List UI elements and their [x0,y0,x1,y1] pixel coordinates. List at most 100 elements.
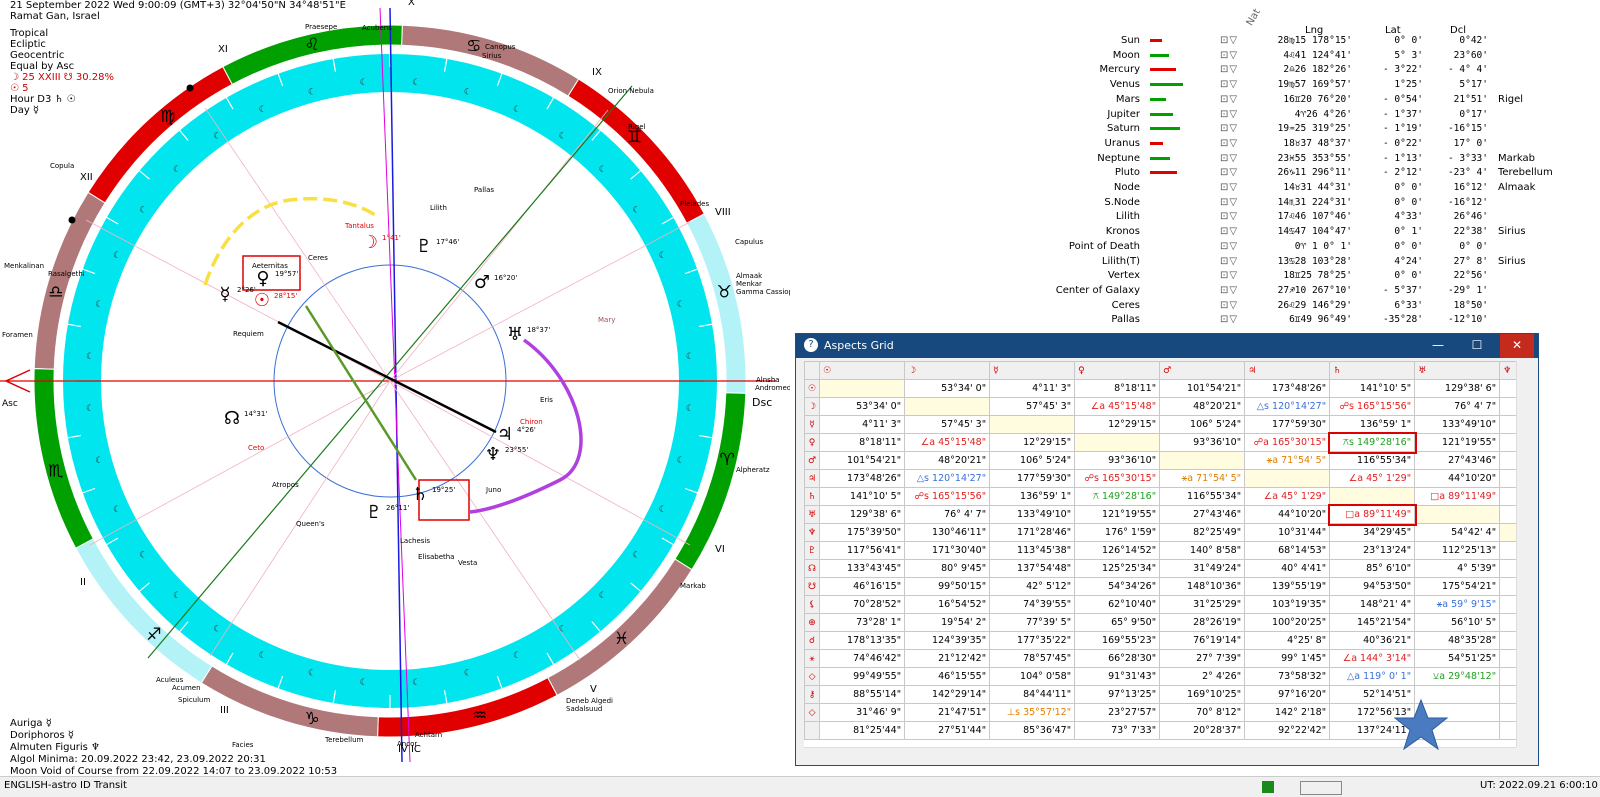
aspect-cell[interactable]: 176° 1'59" [1074,523,1161,542]
aspect-cell[interactable]: ⚻ 149°28'16" [1074,487,1161,506]
aspect-cell[interactable]: 99° 1'45" [1244,649,1331,668]
aspect-cell[interactable]: 48°35'28" [1414,631,1501,650]
aspect-cell[interactable]: 152°34' [1499,703,1516,722]
aspect-cell[interactable]: 82°25'49" [1159,523,1246,542]
aspect-cell[interactable]: 80° 9'45" [904,559,991,578]
aspect-cell[interactable]: 133°49'10" [1414,415,1501,434]
aspect-cell[interactable]: ⚹a 71°54' 5" [1159,469,1246,488]
aspect-cell[interactable]: 109°33'2 [1499,649,1516,668]
aspect-cell[interactable]: 101°54'21" [1159,379,1246,398]
aspect-cell[interactable]: 177°35'22" [989,631,1076,650]
aspect-cell[interactable]: 148°21' 4" [1329,595,1416,614]
maximize-button[interactable]: ☐ [1460,334,1494,358]
aspect-cell[interactable]: 171°28'46" [989,523,1076,542]
aspect-cell[interactable]: 23°27'57" [1074,703,1161,722]
aspect-cell[interactable]: 85°36'47" [989,721,1076,740]
aspect-cell[interactable]: 91°31'43" [1074,667,1161,686]
aspect-cell[interactable]: 110°52' [1499,613,1516,632]
aspect-cell[interactable]: 129°38' 6" [1414,379,1501,398]
column-header[interactable]: ♀ [1074,361,1161,380]
aspect-cell[interactable]: 82°25'4 [1499,451,1516,470]
aspect-cell[interactable]: 54°34'26" [1074,577,1161,596]
aspect-cell[interactable]: ∠a 45°15'48" [904,433,991,452]
row-header[interactable]: ☉ [804,379,821,398]
aspect-cell[interactable]: 4° 5'39" [1414,559,1501,578]
aspect-cell[interactable]: □a 89°11'49" [1414,487,1501,506]
aspect-cell[interactable]: 42° 5'12" [989,577,1076,596]
aspect-cell[interactable]: 10°31'44" [1244,523,1331,542]
aspect-cell[interactable]: ∠a 45° 1'29" [1244,487,1331,506]
aspect-cell[interactable] [989,415,1076,434]
aspects-grid-window[interactable]: ? Aspects Grid — ☐ ✕ ☉ ☽ ☿ ♀ ♂ ♃ ♄ ♅ ♆ ☉ 53°34' 0"… [795,333,1539,766]
aspect-cell[interactable]: 73° 7'33" [1074,721,1161,740]
aspect-cell[interactable]: 99°50'15" [904,577,991,596]
aspect-cell[interactable]: 175°39'5 [1499,379,1516,398]
aspect-cell[interactable]: 173°48'26" [1244,379,1331,398]
row-header[interactable]: ♃ [804,469,821,488]
aspect-cell[interactable]: 142° 2'18" [1244,703,1331,722]
aspect-cell[interactable]: 2° 4'26" [1159,667,1246,686]
aspect-cell[interactable]: 116°55'34" [1159,487,1246,506]
aspect-cell[interactable]: 130°46'1 [1499,397,1516,416]
aspect-cell[interactable]: 68°14'53" [1244,541,1331,560]
aspect-cell[interactable]: 27° 7'39" [1159,649,1246,668]
aspect-cell[interactable]: ∠a 45°15'48" [1074,397,1161,416]
aspect-cell[interactable]: 40° 4'41" [1244,559,1331,578]
aspect-cell[interactable]: 169°10'25" [1159,685,1246,704]
close-button[interactable]: ✕ [1500,334,1534,358]
row-header[interactable] [804,721,821,740]
aspect-cell[interactable]: 12°29'15" [989,433,1076,452]
aspect-cell[interactable]: 129°23'3 [1499,577,1516,596]
aspect-cell[interactable]: 70° 8'12" [1159,703,1246,722]
aspect-cell[interactable]: 73°28' 1" [819,613,906,632]
aspect-cell[interactable] [1499,523,1516,542]
aspect-cell[interactable]: 62°10'40" [1074,595,1161,614]
aspect-cell[interactable]: 129°38' 6" [819,505,906,524]
aspect-cell[interactable]: 70°28'52" [819,595,906,614]
vertical-scrollbar[interactable] [1516,361,1531,747]
row-header[interactable]: ⚸ [804,595,821,614]
aspect-cell[interactable]: 126°14'52" [1074,541,1161,560]
aspect-cell[interactable]: 100°20'25" [1244,613,1331,632]
aspect-cell[interactable]: 81°25'44" [819,721,906,740]
aspect-cell[interactable]: 21°12'42" [904,649,991,668]
aspect-cell[interactable]: ⚺a 29°48'12" [1414,667,1501,686]
aspects-titlebar[interactable]: ? Aspects Grid — ☐ ✕ [796,334,1538,358]
column-header[interactable]: ☿ [989,361,1076,380]
aspect-cell[interactable]: 104° 0'58" [989,667,1076,686]
aspect-cell[interactable]: 57°43' [1499,541,1516,560]
aspect-cell[interactable]: 88°55'14" [819,685,906,704]
aspect-cell[interactable]: 50°36'2 [1499,559,1516,578]
aspect-cell[interactable]: 113°45'38" [989,541,1076,560]
aspect-cell[interactable]: ⊥s 35°57'12" [989,703,1076,722]
aspect-cell[interactable]: 31°46' 9" [819,703,906,722]
aspect-cell[interactable]: 85° 6'10" [1329,559,1416,578]
aspect-cell[interactable]: 34°29'45" [1329,523,1416,542]
aspect-cell[interactable]: 53°34' 0" [904,379,991,398]
aspect-cell[interactable]: 31°49'24" [1159,559,1246,578]
aspect-cell[interactable]: 94°53'50" [1329,577,1416,596]
aspect-cell[interactable]: 112°25'13" [1414,541,1501,560]
aspect-cell[interactable]: 77°39' 5" [989,613,1076,632]
row-header[interactable]: ◇ [804,703,821,722]
column-header[interactable]: ♂ [1159,361,1246,380]
aspect-cell[interactable] [1159,451,1246,470]
aspect-cell[interactable]: 141°10' 5" [1329,379,1416,398]
row-header[interactable]: ☿ [804,415,821,434]
aspect-cell[interactable]: 19°54' 2" [904,613,991,632]
aspect-cell[interactable]: 175°54'21" [1414,577,1501,596]
aspect-cell[interactable]: ⚹a 71°54' 5" [1244,451,1331,470]
column-header[interactable]: ♆ [1499,361,1516,380]
aspect-cell[interactable]: 148°10'36" [1159,577,1246,596]
aspect-cell[interactable]: 124°39'35" [904,631,991,650]
aspects-grid[interactable]: ☉ ☽ ☿ ♀ ♂ ♃ ♄ ♅ ♆ ☉ 53°34' 0" 4°11' 3" 8°18'11" 101°5… [804,361,1516,747]
aspect-cell[interactable]: 48°20'21" [1159,397,1246,416]
aspect-cell[interactable]: 141°10' 5" [819,487,906,506]
aspect-cell[interactable]: 177°59'30" [1244,415,1331,434]
aspect-cell[interactable]: 99°49'55" [819,667,906,686]
aspect-cell[interactable]: 57°45' 3" [904,415,991,434]
aspect-cell[interactable]: ⚻s 149°28'16" [1327,431,1417,454]
aspect-cell[interactable]: 171°30'40" [904,541,991,560]
aspect-cell[interactable] [1244,469,1331,488]
aspect-cell[interactable]: 46°15'55" [904,667,991,686]
